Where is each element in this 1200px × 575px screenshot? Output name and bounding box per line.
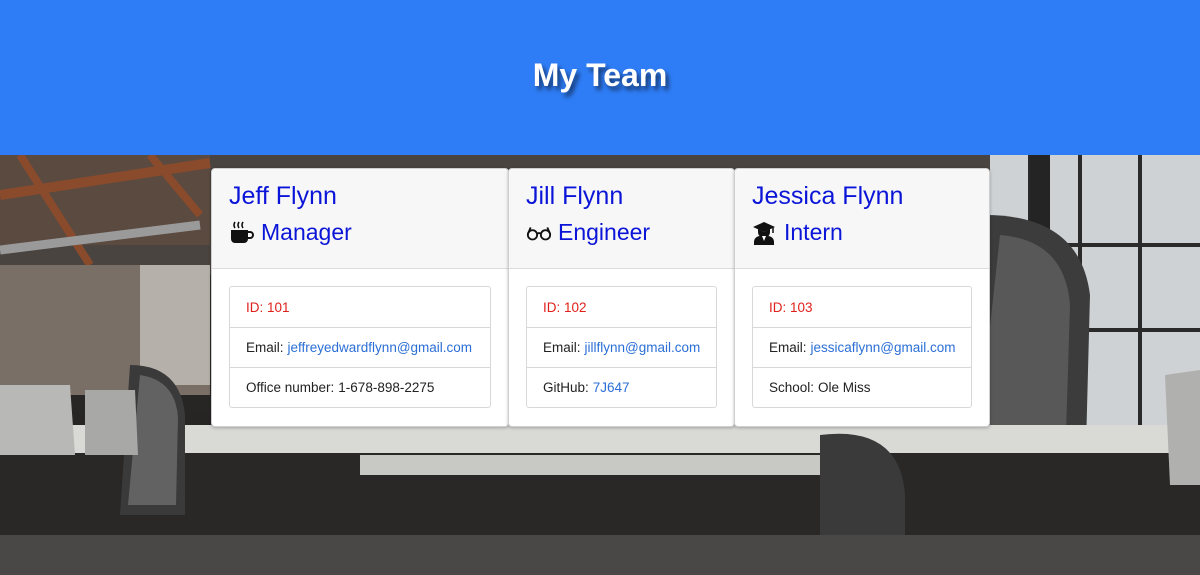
- school-value: Ole Miss: [818, 380, 871, 395]
- github-row: GitHub: 7J647: [527, 367, 716, 407]
- card-body: ID: 102 Email: jillflynn@gmail.com GitHu…: [509, 269, 734, 408]
- card-header: Jill Flynn Engineer: [509, 169, 734, 269]
- role-label: Manager: [261, 219, 352, 245]
- info-list: ID: 102 Email: jillflynn@gmail.com GitHu…: [526, 286, 717, 408]
- employee-id: ID: 103: [769, 299, 813, 315]
- role-label: Engineer: [558, 219, 651, 245]
- github-label: GitHub:: [543, 380, 589, 395]
- office-number-value: 1-678-898-2275: [338, 380, 435, 395]
- employee-email-row: Email: jillflynn@gmail.com: [527, 327, 716, 367]
- employee-email-row: Email: jessicaflynn@gmail.com: [753, 327, 971, 367]
- card-body: ID: 103 Email: jessicaflynn@gmail.com Sc…: [735, 269, 989, 408]
- school-label: School:: [769, 380, 815, 395]
- employee-id: ID: 101: [246, 299, 290, 315]
- glasses-icon: [526, 220, 552, 246]
- office-number-row: Office number: 1-678-898-2275: [230, 367, 490, 407]
- page-header: My Team: [0, 0, 1200, 155]
- email-link[interactable]: jillflynn@gmail.com: [585, 340, 701, 355]
- card-header: Jeff Flynn Manager: [212, 169, 508, 269]
- employee-card-intern: Jessica Flynn Intern ID: 103 Email: jess…: [734, 168, 990, 427]
- employee-name: Jill Flynn: [526, 182, 624, 210]
- employee-name: Jeff Flynn: [229, 182, 337, 210]
- employee-role: Manager: [229, 219, 491, 246]
- graduate-icon: [752, 220, 778, 246]
- employee-card-engineer: Jill Flynn Engineer ID: 102 Email: jillf…: [508, 168, 735, 427]
- role-label: Intern: [784, 219, 843, 245]
- office-number-label: Office number:: [246, 380, 335, 395]
- info-list: ID: 103 Email: jessicaflynn@gmail.com Sc…: [752, 286, 972, 408]
- page-title: My Team: [532, 57, 668, 93]
- employee-email-row: Email: jeffreyedwardflynn@gmail.com: [230, 327, 490, 367]
- employee-name: Jessica Flynn: [752, 182, 904, 210]
- card-header: Jessica Flynn Intern: [735, 169, 989, 269]
- email-label: Email:: [246, 340, 284, 355]
- coffee-mug-icon: [229, 220, 255, 246]
- github-link[interactable]: 7J647: [593, 380, 630, 395]
- employee-card-manager: Jeff Flynn Manager ID: 101 Email: jeffre…: [211, 168, 509, 427]
- employee-id: ID: 102: [543, 299, 587, 315]
- email-link[interactable]: jessicaflynn@gmail.com: [811, 340, 956, 355]
- email-link[interactable]: jeffreyedwardflynn@gmail.com: [288, 340, 473, 355]
- email-label: Email:: [543, 340, 581, 355]
- info-list: ID: 101 Email: jeffreyedwardflynn@gmail.…: [229, 286, 491, 408]
- school-row: School: Ole Miss: [753, 367, 971, 407]
- employee-role: Intern: [752, 219, 972, 246]
- card-body: ID: 101 Email: jeffreyedwardflynn@gmail.…: [212, 269, 508, 408]
- employee-role: Engineer: [526, 219, 717, 246]
- email-label: Email:: [769, 340, 807, 355]
- team-cards: Jeff Flynn Manager ID: 101 Email: jeffre…: [211, 168, 990, 427]
